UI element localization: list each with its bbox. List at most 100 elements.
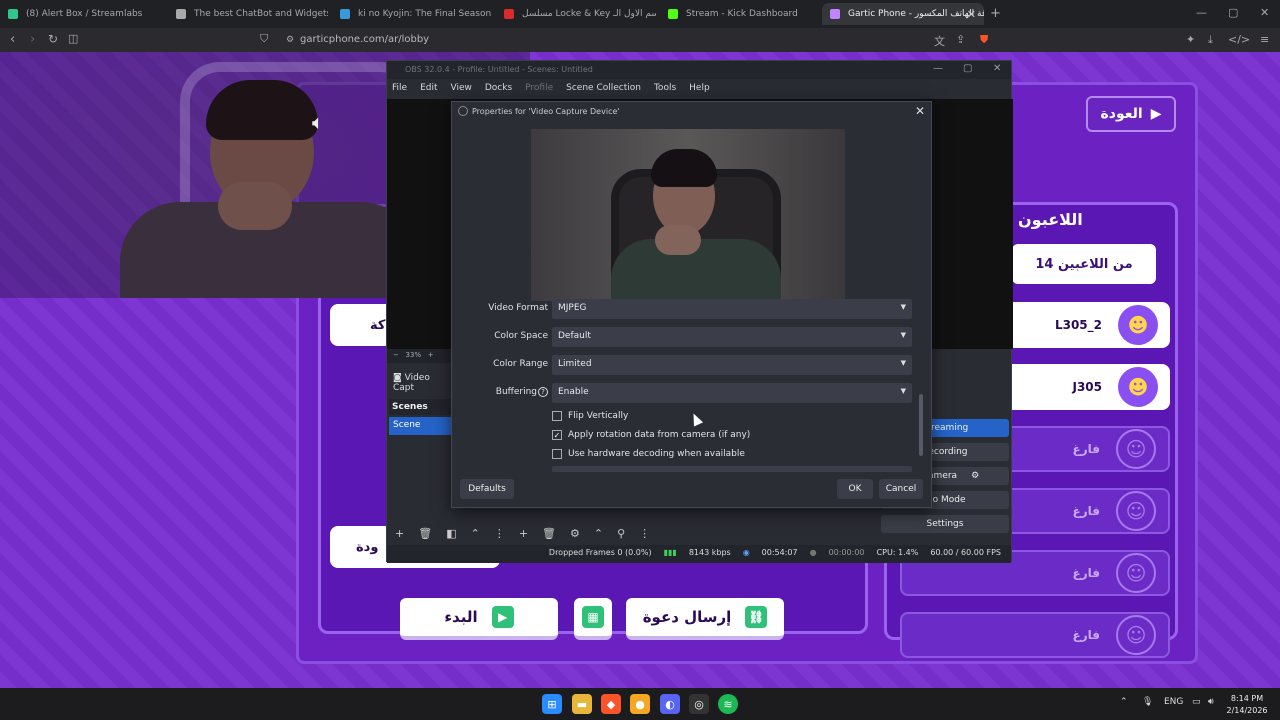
menu-scene-collection[interactable]: Scene Collection [566,83,641,95]
url-field[interactable]: garticphone.com/ar/lobby [300,34,429,45]
link-icon[interactable]: ⚲ [617,527,625,541]
help-icon[interactable]: ? [538,387,548,397]
start-button[interactable]: البدء ▶ [400,598,558,640]
source-up-icon[interactable]: ⌃ [594,527,603,541]
menu-tools[interactable]: Tools [654,83,676,95]
download-icon[interactable]: ⤓ [1208,33,1213,47]
chevron-down-icon: ▼ [900,387,906,395]
obs-minimize-button[interactable]: — [933,63,943,74]
delete-source-icon[interactable]: 🗑︎ [542,527,556,541]
obs-icon[interactable]: ◎ [689,694,709,714]
spotify-icon[interactable]: ≋ [718,694,738,714]
tab-streamlabs[interactable]: (8) Alert Box / Streamlabs [0,3,166,25]
menu-docks[interactable]: Docks [485,83,512,95]
send-invite-button[interactable]: إرسال دعوة ⛓ [626,598,784,640]
brave-shield-icon[interactable]: ⛊ [980,33,988,47]
chevron-down-icon: ▼ [900,331,906,339]
video-format-select[interactable]: MJPEG ▼ [552,299,912,319]
tab-anime[interactable]: ki no Kyojin: The Final Season انمي [332,3,492,25]
defaults-button[interactable]: Defaults [460,479,514,499]
windows-start-icon[interactable]: ⊞ [542,694,562,714]
prop-video-format: Video Format MJPEG ▼ [452,299,933,319]
menu-help[interactable]: Help [689,83,710,95]
more-icon[interactable]: ⋮ [494,527,505,541]
add-source-icon[interactable]: + [519,527,528,541]
flip-vertically-checkbox[interactable]: Flip Vertically [552,408,628,424]
chevron-down-icon: ▼ [900,303,906,311]
more-icon[interactable]: ⋮ [639,527,650,541]
back-button[interactable]: العودة ▶ [1086,96,1176,132]
color-space-select[interactable]: Default ▼ [552,327,912,347]
camera-icon: ◙ [393,373,402,383]
extensions-icon[interactable]: ✦ [1186,33,1195,46]
menu-file[interactable]: File [392,83,407,95]
share-icon[interactable]: ⇪ [956,33,965,46]
chevron-up-icon[interactable]: ⌃ [1120,697,1128,707]
checkbox-checked-icon[interactable]: ✓ [552,430,562,440]
site-info-icon[interactable]: ⚙ [286,35,294,45]
hardware-decoding-checkbox[interactable]: Use hardware decoding when available [552,446,745,462]
obs-icon [458,106,468,116]
kick-icon [668,9,678,19]
close-window-button[interactable]: ✕ [1260,6,1269,19]
move-up-icon[interactable]: ⌃ [471,527,480,541]
tab-gartic-phone[interactable]: Gartic Phone - قة الهاتف المكسور ✕ [822,3,984,25]
tab-kick-dashboard[interactable]: Stream - Kick Dashboard [660,3,820,25]
maximize-button[interactable]: ▢ [1228,6,1238,19]
system-clock[interactable]: 8:14 PM 2/14/2026 [1222,693,1272,717]
menu-view[interactable]: View [451,83,472,95]
forward-arrow-icon[interactable]: › [30,32,35,47]
sidebar-icon[interactable]: ◫ [68,32,78,45]
dialog-scrollbar[interactable] [919,394,923,456]
menu-icon[interactable]: ≡ [1260,33,1269,46]
volume-icon[interactable]: 🔊︎ [1208,697,1214,707]
obs-close-button[interactable]: ✕ [993,63,1001,74]
microphone-icon[interactable]: 🎙︎ [1142,697,1153,707]
brave-browser-icon[interactable]: ◆ [601,694,621,714]
language-indicator[interactable]: ENG [1164,697,1183,707]
qr-code-button[interactable]: ▦ [574,598,612,640]
prop-buffering: Buffering? Enable ▼ [452,383,933,403]
app-icon[interactable]: ● [630,694,650,714]
partial-select [552,466,912,472]
tab-chatbot[interactable]: The best ChatBot and Widgets for K [168,3,328,25]
scene-list-item[interactable]: Scene [389,417,451,435]
record-icon: ● [809,548,817,557]
source-item[interactable]: ◙ Video Capt [387,369,451,393]
add-icon[interactable]: + [395,527,404,541]
translate-icon[interactable]: 文 [934,33,945,49]
delete-icon[interactable]: 🗑︎ [418,527,432,541]
close-tab-icon[interactable]: ✕ [967,8,976,21]
file-explorer-icon[interactable]: ▬ [572,694,592,714]
filter-icon[interactable]: ◧ [446,527,456,541]
source-gear-icon[interactable]: ⚙ [570,527,580,541]
minimize-button[interactable]: — [1196,6,1207,19]
menu-edit[interactable]: Edit [420,83,437,95]
person-hair [206,80,318,140]
devtools-icon[interactable]: </> [1228,33,1250,46]
dialog-close-button[interactable]: ✕ [915,104,925,118]
gear-icon[interactable]: ⚙ [971,471,979,481]
menu-profile[interactable]: Profile [525,83,553,95]
ok-button[interactable]: OK [837,479,873,499]
cancel-button[interactable]: Cancel [879,479,923,499]
discord-icon[interactable]: ◐ [660,694,680,714]
stream-time: 00:54:07 [761,548,798,557]
obs-maximize-button[interactable]: ▢ [963,63,972,74]
apply-rotation-checkbox[interactable]: ✓ Apply rotation data from camera (if an… [552,427,750,443]
site-icon [504,9,514,19]
speaker-icon[interactable]: 🔈︎ [312,110,324,134]
bookmark-icon[interactable]: ⛉ [260,32,268,46]
person-hand [655,225,701,255]
new-tab-button[interactable]: + [990,6,1001,21]
buffering-select[interactable]: Enable ▼ [552,383,912,403]
checkbox-unchecked-icon[interactable] [552,411,562,421]
back-arrow-icon[interactable]: ‹ [10,32,15,47]
prop-color-range: Color Range Limited ▼ [452,355,933,375]
tab-locke-key[interactable]: مسلسل Locke & Key الموسم الاول الـ [496,3,656,25]
reload-icon[interactable]: ↻ [48,32,58,46]
color-range-select[interactable]: Limited ▼ [552,355,912,375]
players-title: اللاعبون [1018,210,1083,229]
network-icon[interactable]: ▭ [1192,697,1201,707]
checkbox-unchecked-icon[interactable] [552,449,562,459]
